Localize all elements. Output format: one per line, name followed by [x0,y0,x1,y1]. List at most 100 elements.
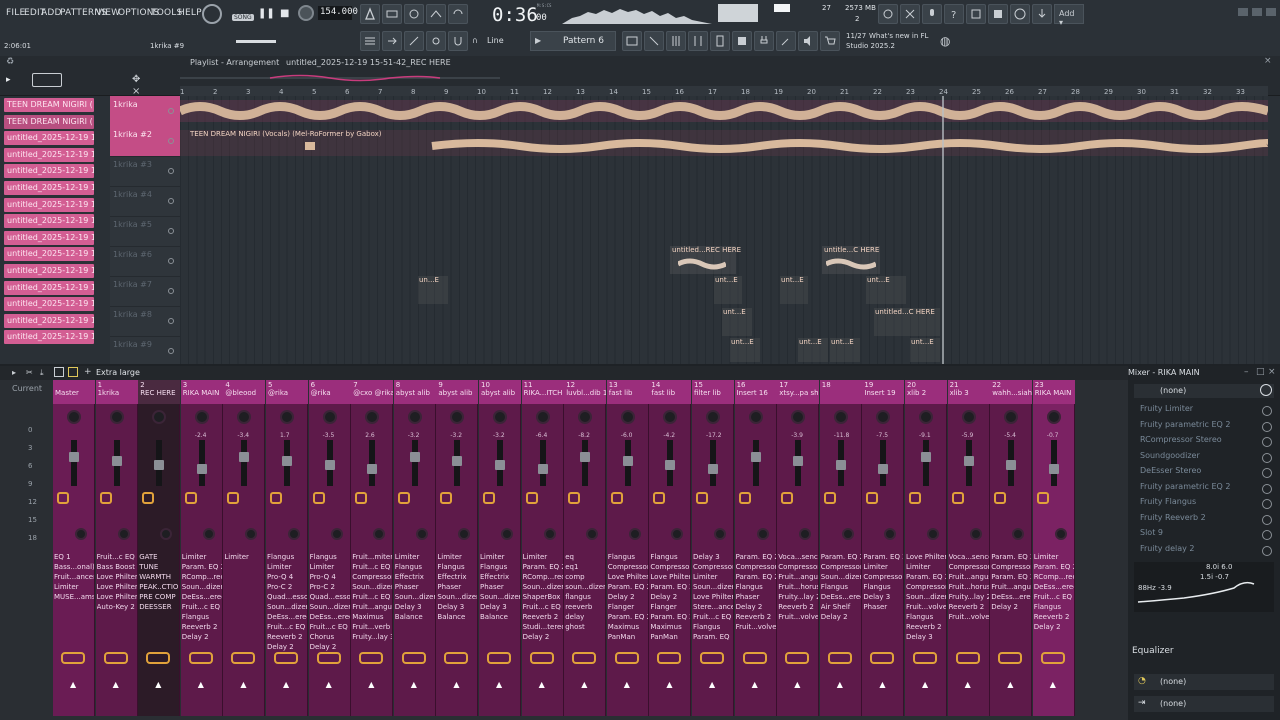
effect-slot-label[interactable]: Compressor [778,562,818,572]
volume-fader[interactable] [622,456,633,466]
route-arrow-icon[interactable]: ▲ [496,680,502,689]
channel-rack-icon[interactable] [644,31,664,51]
track-header[interactable]: 1krika #2 [110,126,180,157]
strip-header[interactable]: 7 @cxo @rika [351,380,394,404]
track-header[interactable]: 1krika #8 [110,306,180,337]
slot-enable-dot[interactable] [1262,499,1272,509]
effect-slot-label[interactable]: Param. EQ 2 [608,582,648,592]
effect-slot-label[interactable]: Love Philter [97,572,137,582]
route-icon[interactable] [184,492,197,504]
effect-slot-label[interactable]: WARMTH [139,572,179,582]
effect-slot-label[interactable]: Soun...dizer [437,592,477,602]
pause-icon[interactable]: ❚❚ [258,8,275,19]
effect-slot[interactable]: Slot 9 [1134,528,1274,542]
effect-slot-label[interactable]: Phaser [437,582,477,592]
picker-clip-item[interactable]: untitled_2025-12-19 15- [4,313,94,328]
stereo-knob[interactable] [415,528,428,540]
mixer-strip[interactable]: 13 fast lib -6.0 Flangus Compressor Love Phil… [606,380,649,716]
volume-fader[interactable] [111,456,122,466]
send-button[interactable] [487,652,511,664]
volume-fader[interactable] [239,452,250,462]
effect-slot-label[interactable]: Delay 2 [523,632,563,642]
route-icon[interactable] [568,492,581,504]
mixer-add-icon[interactable]: + [84,367,92,377]
small-clip-4[interactable]: unt...E [866,276,906,304]
effect-slot-label[interactable]: Reeverb 2 [906,622,946,632]
route-icon[interactable] [781,492,794,504]
mixer-strip[interactable]: Master EQ 1 Bass...onal) Fruit...ancer Limit… [53,380,95,716]
effect-slot-label[interactable]: DeEss...ereo [310,612,350,622]
effect-slot-label[interactable]: Reeverb 2 [267,632,307,642]
record-button[interactable] [298,5,314,21]
stereo-knob[interactable] [714,528,726,540]
route-arrow-icon[interactable]: ▲ [240,680,246,689]
send-button[interactable] [870,652,895,664]
effect-slot-label[interactable]: Flangus [395,562,435,572]
effect-slot-label[interactable]: Delay 2 [267,642,307,652]
send-button[interactable] [146,652,171,664]
volume-fader[interactable] [452,456,463,466]
effect-slot-label[interactable]: Fruit...c EQ 2 [310,622,350,632]
effect-slot-label[interactable]: Balance [480,612,520,622]
route-icon[interactable] [525,492,538,504]
stereo-knob[interactable] [799,528,812,540]
route-arrow-icon[interactable]: ▲ [965,680,971,689]
track-mute-dot[interactable] [168,348,174,354]
volume-fader[interactable] [835,460,846,470]
effect-slot-label[interactable]: Param. EQ 2 [650,612,690,622]
effect-slot-label[interactable]: Phaser [480,582,520,592]
reset-icon[interactable] [878,4,898,24]
rec-clip-3[interactable]: untitled...C HERE [874,308,940,336]
stereo-knob[interactable] [458,528,471,540]
effect-slot-label[interactable]: RComp...reo [182,572,222,582]
effect-slot-label[interactable]: Flangus [906,612,946,622]
effect-slot-label[interactable]: Fruity...lay 2 [778,592,818,602]
pan-knob[interactable] [237,410,252,424]
pan-knob[interactable] [748,410,763,424]
output-selector-1[interactable]: ◔ (none) [1134,674,1274,690]
plugin-icon[interactable] [710,31,730,51]
effect-slot[interactable]: Fruity parametric EQ 2 [1134,482,1274,496]
effect-slot-label[interactable]: Delay 2 [650,592,690,602]
slot-enable-dot[interactable] [1262,514,1272,525]
volume-fader[interactable] [921,452,931,462]
mixer-strip[interactable]: 10 abyst alib -3.2 Limiter Flangus Effectrix P… [479,380,521,716]
effect-slot-label[interactable]: Fruit...c EQ 2 [267,622,307,632]
mixer-strip[interactable]: 5 @rika 1.7 Flangus Limiter Pro-Q 4 Pro-C 2 Qua… [266,380,308,716]
effect-slot-label[interactable]: Limiter [395,552,435,562]
mixer-layout-icon[interactable] [54,367,64,377]
effect-slot-label[interactable]: Fruit...angus [949,572,989,582]
strip-header[interactable]: 15 filter lib [692,380,734,404]
stereo-knob[interactable] [543,528,556,540]
route-arrow-icon[interactable]: ▲ [794,680,800,689]
effect-slot-label[interactable]: Soun...dizer [821,572,861,582]
track-mute-dot[interactable] [168,108,174,114]
stereo-knob[interactable] [245,528,258,540]
effect-slot-label[interactable]: Pro-Q 4 [310,572,350,582]
effect-slot-label[interactable]: GATE [139,552,179,562]
track-header[interactable]: 1krika #6 [110,246,180,277]
effect-slot-label[interactable]: delay [565,612,605,622]
send-button[interactable] [444,652,469,664]
volume-fader[interactable] [665,460,676,470]
effect-slot-label[interactable]: eq [565,552,605,562]
route-arrow-icon[interactable]: ▲ [666,680,672,689]
effect-slot[interactable]: Fruity Reeverb 2 [1134,513,1274,527]
effect-slot-label[interactable]: Compressor [863,572,903,582]
effect-slot-label[interactable]: Soun...dizer [182,582,222,592]
eq-graph[interactable]: 8.0i 6.0 1.5i -0.7 88Hz -3.9 [1134,562,1274,612]
metronome-button[interactable] [360,4,380,24]
effect-slot-label[interactable]: Bass...onal) [54,562,94,572]
effect-slot-label[interactable]: PRE COMP [139,592,179,602]
menu-add[interactable]: ADD [41,8,62,18]
send-button[interactable] [103,652,128,664]
effect-slot-label[interactable]: Soun...dizer [693,582,733,592]
volume-fader[interactable] [324,460,335,470]
picker-clip-item[interactable]: untitled_2025-12-19 15- [4,247,94,262]
picker-clip-item[interactable]: untitled_2025-12-19 15- [4,164,94,179]
effect-slot-label[interactable]: RComp...reo [523,572,563,582]
cart-icon[interactable] [820,31,840,51]
effect-slot-label[interactable]: Fruit...c EQ 2 [693,612,733,622]
volume-fader[interactable] [282,456,292,466]
pan-knob[interactable] [1046,410,1061,424]
